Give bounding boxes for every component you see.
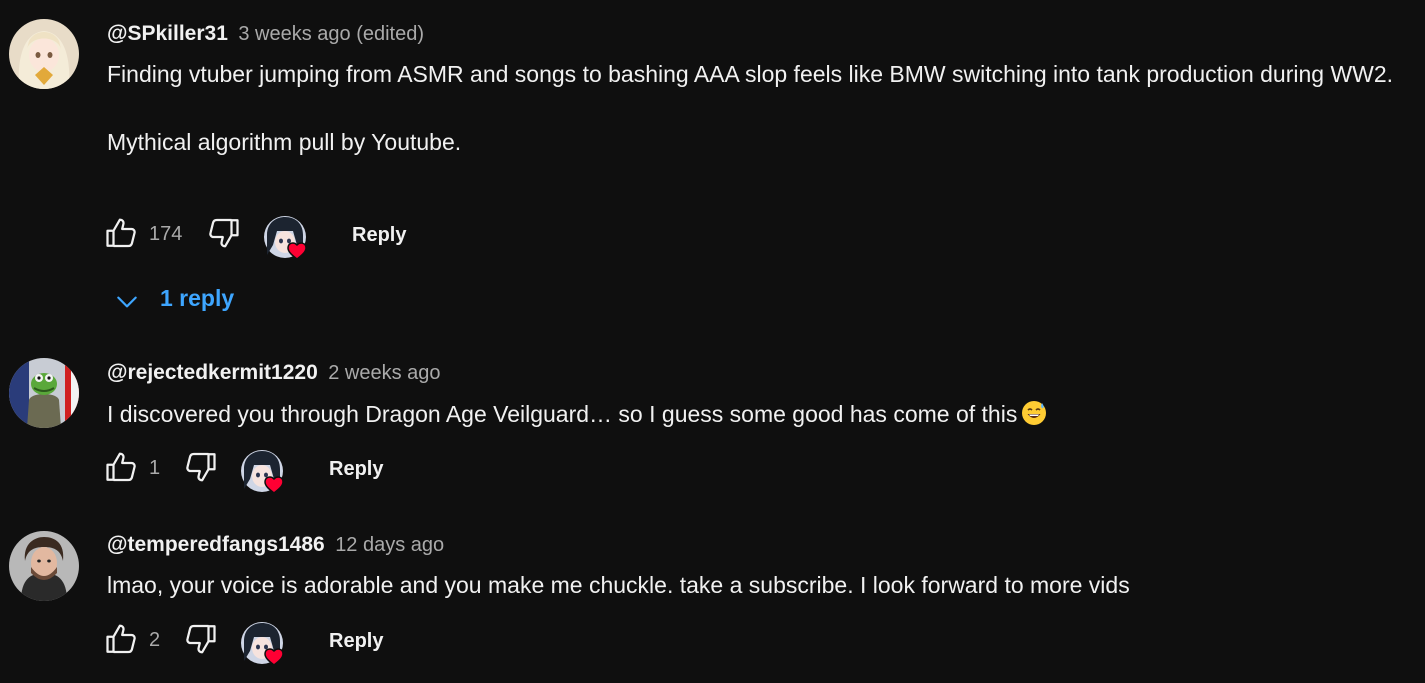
comment-header: @rejectedkermit1220 2 weeks ago bbox=[107, 361, 441, 385]
like-count: 1 bbox=[149, 457, 161, 479]
like-count: 2 bbox=[149, 629, 161, 651]
comment-text: I discovered you through Dragon Age Veil… bbox=[107, 397, 1417, 431]
avatar[interactable] bbox=[9, 531, 79, 601]
comment-author[interactable]: @rejectedkermit1220 bbox=[107, 361, 318, 384]
like-button[interactable] bbox=[103, 449, 139, 485]
thumb-up-icon bbox=[103, 449, 139, 485]
comment-author[interactable]: @temperedfangs1486 bbox=[107, 533, 325, 556]
comment-author[interactable]: @SPkiller31 bbox=[107, 22, 228, 45]
comment-timestamp[interactable]: 3 weeks ago (edited) bbox=[238, 23, 424, 45]
dislike-button[interactable] bbox=[183, 621, 219, 657]
reply-button[interactable]: Reply bbox=[329, 630, 383, 653]
comment-text: Finding vtuber jumping from ASMR and son… bbox=[107, 57, 1417, 159]
thumb-up-icon bbox=[103, 621, 139, 657]
thumb-down-icon bbox=[206, 215, 242, 251]
comment-header: @SPkiller31 3 weeks ago (edited) bbox=[107, 22, 424, 46]
like-button[interactable] bbox=[103, 215, 139, 251]
grinning-face-with-sweat-icon bbox=[1022, 401, 1047, 425]
reply-button[interactable]: Reply bbox=[329, 458, 383, 481]
replies-label: 1 reply bbox=[160, 285, 235, 311]
thumb-up-icon bbox=[103, 215, 139, 251]
comment-text-line: Finding vtuber jumping from ASMR and son… bbox=[107, 61, 1394, 87]
dislike-button[interactable] bbox=[206, 215, 242, 251]
thumb-down-icon bbox=[183, 449, 219, 485]
comment-text-content: I discovered you through Dragon Age Veil… bbox=[107, 401, 1018, 427]
creator-heart-icon bbox=[240, 449, 288, 497]
like-button[interactable] bbox=[103, 621, 139, 657]
comment-timestamp[interactable]: 2 weeks ago bbox=[328, 362, 440, 384]
comment-header: @temperedfangs1486 12 days ago bbox=[107, 533, 444, 557]
chevron-down-icon bbox=[114, 289, 140, 315]
creator-heart-icon bbox=[263, 215, 311, 263]
avatar[interactable] bbox=[9, 358, 79, 428]
comment-text: lmao, your voice is adorable and you mak… bbox=[107, 568, 1417, 602]
dislike-button[interactable] bbox=[183, 449, 219, 485]
comment-text-line: I discovered you through Dragon Age Veil… bbox=[107, 397, 1417, 431]
comment-text-line: lmao, your voice is adorable and you mak… bbox=[107, 572, 1130, 598]
creator-heart-icon bbox=[240, 621, 288, 669]
reply-button[interactable]: Reply bbox=[352, 224, 406, 247]
thumb-down-icon bbox=[183, 621, 219, 657]
comment-text-line: Mythical algorithm pull by Youtube. bbox=[107, 129, 462, 155]
comment-timestamp[interactable]: 12 days ago bbox=[335, 534, 444, 556]
like-count: 174 bbox=[149, 223, 183, 245]
avatar[interactable] bbox=[9, 19, 79, 89]
